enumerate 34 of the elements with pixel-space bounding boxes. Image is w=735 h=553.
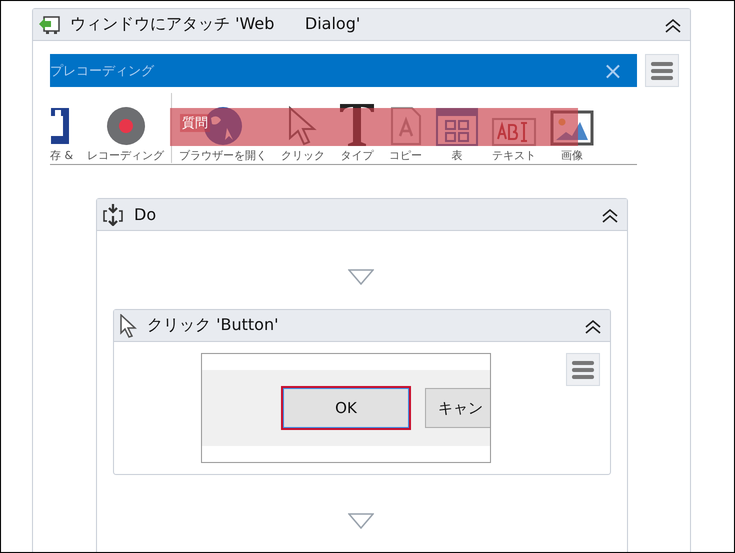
drop-arrow-icon [348, 269, 374, 285]
menu-button[interactable] [645, 54, 679, 87]
menu-icon [651, 60, 673, 80]
collapse-icon[interactable] [584, 318, 602, 334]
window-attach-icon [38, 14, 60, 34]
drop-arrow-icon [348, 513, 374, 529]
activity-title: Do [134, 205, 158, 224]
sequence-icon [102, 204, 124, 226]
activity-title: ウィンドウにアタッチ 'Web Dialog' [70, 14, 362, 35]
menu-button[interactable] [566, 353, 600, 386]
cursor-icon [287, 106, 320, 146]
letter-t-icon [339, 102, 376, 146]
tool-label: レコーディング [87, 148, 164, 163]
record-icon [106, 106, 146, 146]
tool-label: クリック [281, 148, 326, 163]
collapse-icon[interactable] [664, 16, 682, 32]
document-icon [390, 106, 422, 146]
activity-title: クリック 'Button' [147, 315, 280, 336]
window-title: プレコーディング [50, 62, 154, 80]
tool-label: 表 [452, 148, 463, 163]
tool-label: 存 & [50, 148, 74, 163]
close-label: × [602, 58, 623, 82]
text-field-icon [492, 118, 536, 146]
tool-label: ブラウザーを開く [179, 148, 268, 163]
cursor-icon [119, 314, 137, 338]
window-grid-icon [436, 108, 478, 146]
image-icon [550, 110, 594, 146]
tool-label: コピー [389, 148, 422, 163]
tool-label: テキスト [492, 148, 536, 163]
overlay-label: 質問 [180, 114, 210, 132]
tool-label: 画像 [561, 148, 584, 163]
menu-icon [572, 360, 594, 380]
tool-label: タイプ [340, 148, 374, 163]
collapse-icon[interactable] [601, 206, 619, 222]
